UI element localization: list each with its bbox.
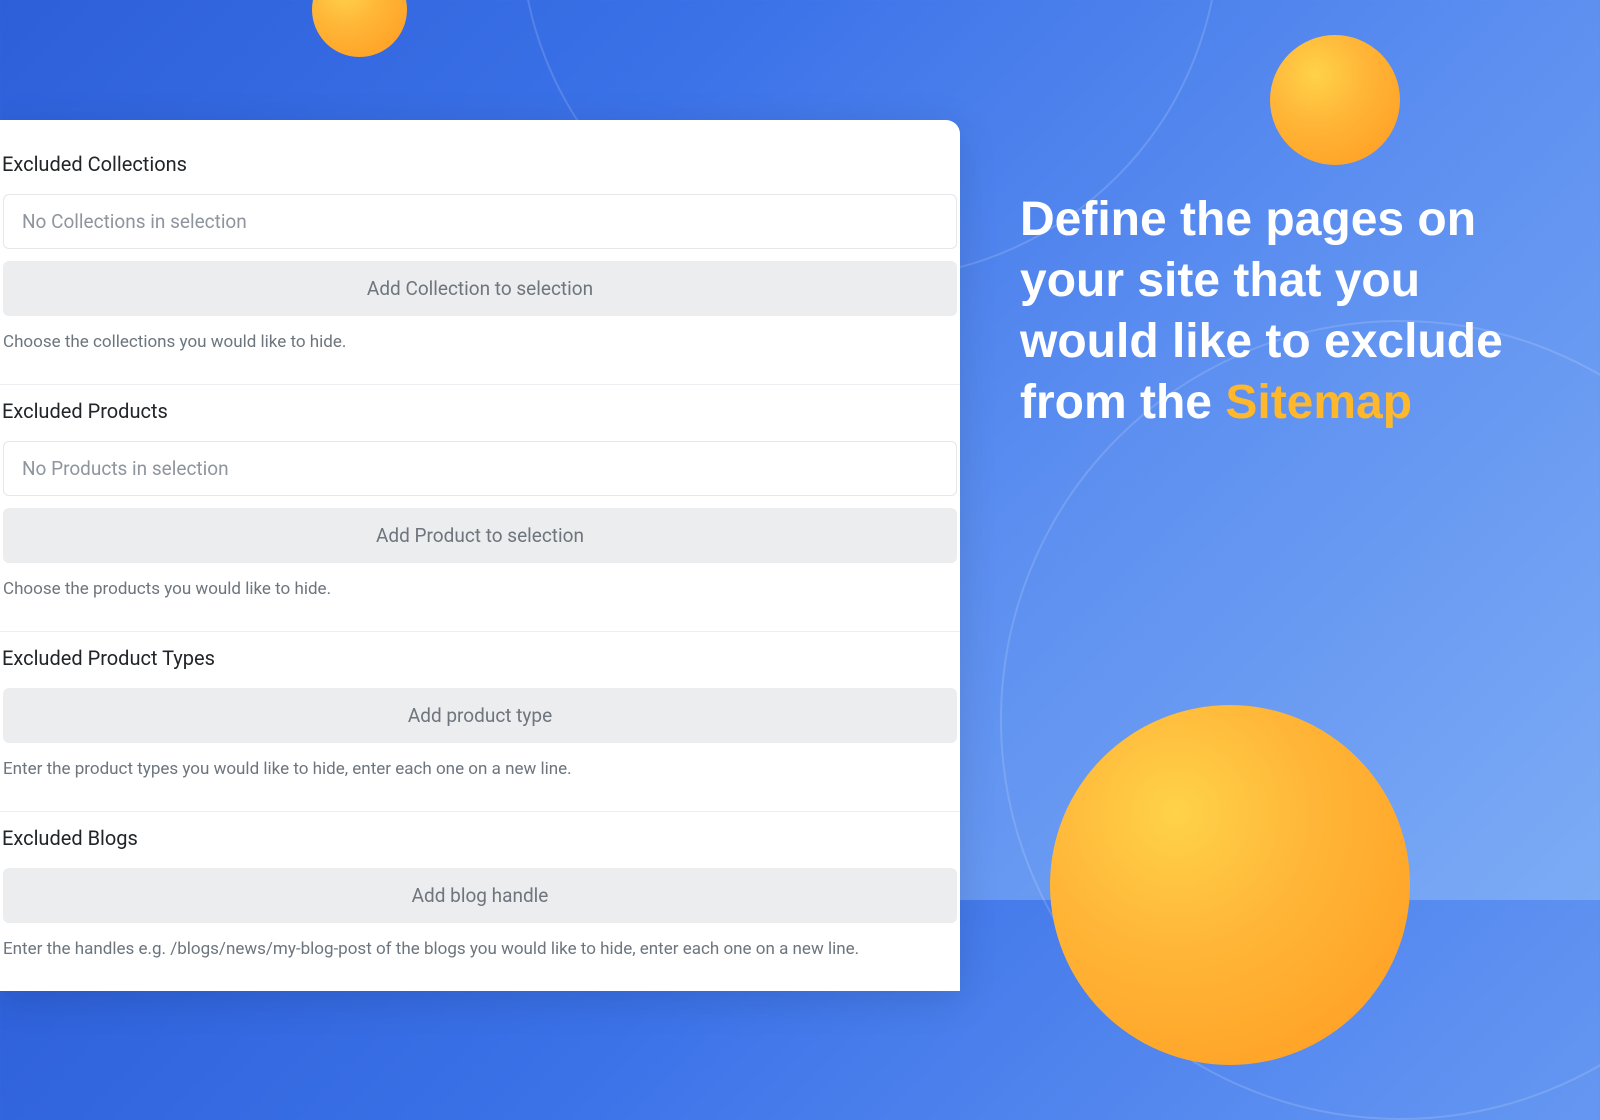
add-product-button[interactable]: Add Product to selection — [3, 508, 957, 563]
products-help-text: Choose the products you would like to hi… — [0, 577, 960, 617]
products-selection-display[interactable]: No Products in selection — [3, 441, 957, 496]
add-product-type-button[interactable]: Add product type — [3, 688, 957, 743]
excluded-products-section: Excluded Products No Products in selecti… — [0, 385, 960, 632]
decorative-orange-circle — [1270, 35, 1400, 165]
excluded-collections-section: Excluded Collections No Collections in s… — [0, 138, 960, 385]
excluded-product-types-section: Excluded Product Types Add product type … — [0, 632, 960, 812]
section-title-products: Excluded Products — [0, 385, 960, 441]
decorative-orange-circle — [1050, 705, 1410, 1065]
settings-panel: Excluded Collections No Collections in s… — [0, 120, 960, 991]
blogs-help-text: Enter the handles e.g. /blogs/news/my-bl… — [0, 937, 960, 977]
hero-text-highlight: Sitemap — [1225, 376, 1412, 429]
collections-selection-display[interactable]: No Collections in selection — [3, 194, 957, 249]
section-title-blogs: Excluded Blogs — [0, 812, 960, 868]
collections-help-text: Choose the collections you would like to… — [0, 330, 960, 370]
hero-headline: Define the pages on your site that you w… — [1020, 190, 1540, 434]
product-types-help-text: Enter the product types you would like t… — [0, 757, 960, 797]
decorative-orange-circle — [312, 0, 407, 57]
add-blog-handle-button[interactable]: Add blog handle — [3, 868, 957, 923]
add-collection-button[interactable]: Add Collection to selection — [3, 261, 957, 316]
section-title-collections: Excluded Collections — [0, 138, 960, 194]
excluded-blogs-section: Excluded Blogs Add blog handle Enter the… — [0, 812, 960, 991]
section-title-product-types: Excluded Product Types — [0, 632, 960, 688]
